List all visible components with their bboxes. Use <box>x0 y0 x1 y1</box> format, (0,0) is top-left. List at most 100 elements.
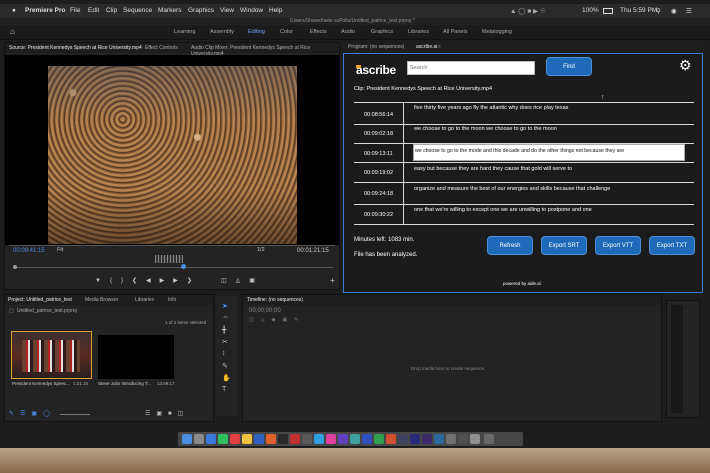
timestamp-cell[interactable]: 00:09:30:22 <box>364 212 393 218</box>
workspace-effects[interactable]: Effects <box>310 29 327 35</box>
launchpad-icon[interactable] <box>194 434 204 444</box>
powerpoint-icon[interactable] <box>386 434 396 444</box>
messages-icon[interactable] <box>218 434 228 444</box>
transport-controls[interactable]: ▼{}❮◀▶▶❯ <box>95 278 201 284</box>
scrubber-track[interactable] <box>13 267 333 268</box>
settings-gear-icon[interactable]: ⚙ <box>679 58 692 72</box>
tab-info[interactable]: Info <box>168 297 176 303</box>
after-effects-icon[interactable] <box>422 434 432 444</box>
transcript-cell[interactable]: one that we're willing to except one we … <box>414 207 592 213</box>
hand-tool-icon[interactable]: ✋ <box>222 374 231 382</box>
workspace-metalogging[interactable]: Metalogging <box>482 29 512 35</box>
music-icon[interactable] <box>326 434 336 444</box>
scrubber-start[interactable] <box>13 265 17 269</box>
finder-icon[interactable] <box>182 434 192 444</box>
menu-list-icon[interactable]: ☰ <box>686 7 692 15</box>
tab-menu-icon[interactable]: ≡ <box>438 44 441 50</box>
trash-icon[interactable] <box>484 434 494 444</box>
timestamp-cell[interactable]: 00:08:56:14 <box>364 112 393 118</box>
calendar-icon[interactable] <box>290 434 300 444</box>
resolution-dropdown[interactable]: 1/2 <box>257 247 265 254</box>
timeline-timecode[interactable]: 00;00;00;00 <box>249 308 281 314</box>
preferences-icon[interactable] <box>302 434 312 444</box>
premiere-dock-icon[interactable] <box>410 434 420 444</box>
export-txt-button[interactable]: Export TXT <box>649 236 695 255</box>
app-icon[interactable] <box>446 434 456 444</box>
timestamp-cell[interactable]: 00:09:13:11 <box>364 151 393 157</box>
apple-icon[interactable]: ● <box>12 7 16 14</box>
clip-thumbnail-jobs[interactable] <box>98 335 174 379</box>
transcript-cell[interactable]: easy but because they are hard they caus… <box>414 166 572 172</box>
downloads-icon[interactable] <box>470 434 480 444</box>
transcript-cell[interactable]: we choose to go to the moon we choose to… <box>414 126 557 132</box>
app-store-icon[interactable] <box>254 434 264 444</box>
workspace-color[interactable]: Color <box>280 29 293 35</box>
tab-source[interactable]: Source: President Kennedys Speech at Ric… <box>9 45 142 51</box>
selection-tool-icon[interactable]: ➤ <box>222 302 231 310</box>
menu-file[interactable]: File <box>70 7 80 14</box>
safari-icon[interactable] <box>206 434 216 444</box>
refresh-button[interactable]: Refresh <box>487 236 533 255</box>
workspace-audio[interactable]: Audio <box>341 29 355 35</box>
powered-by-link[interactable]: powered by aide.ai <box>503 281 541 287</box>
photos-icon[interactable] <box>230 434 240 444</box>
app-icon[interactable] <box>458 434 468 444</box>
razor-tool-icon[interactable]: ✂ <box>222 338 231 346</box>
source-timecode[interactable]: 00:09:41:15 <box>13 248 45 254</box>
tab-libraries[interactable]: Libraries <box>135 297 154 303</box>
menu-help[interactable]: Help <box>269 7 282 14</box>
tab-ascribe[interactable]: ascribe.ai <box>416 44 437 50</box>
menu-graphics[interactable]: Graphics <box>188 7 214 14</box>
siri-icon[interactable]: ◉ <box>671 7 677 15</box>
maps-icon[interactable] <box>350 434 360 444</box>
workspace-all-panels[interactable]: All Panels <box>443 29 467 35</box>
tab-timeline[interactable]: Timeline: (no sequences) <box>247 297 303 303</box>
word-icon[interactable] <box>362 434 372 444</box>
menu-view[interactable]: View <box>220 7 234 14</box>
pen-tool-icon[interactable]: ✎ <box>222 362 231 370</box>
workspace-libraries[interactable]: Libraries <box>408 29 429 35</box>
ripple-edit-tool-icon[interactable]: ╋ <box>222 326 231 334</box>
tab-effect-controls[interactable]: Effect Controls <box>145 45 178 51</box>
chrome-icon[interactable] <box>266 434 276 444</box>
menu-markers[interactable]: Markers <box>158 7 181 14</box>
transcript-cell[interactable]: five thirty five years ago fly the atlan… <box>414 105 568 111</box>
tab-media-browser[interactable]: Media Browser <box>85 297 118 303</box>
terminal-icon[interactable] <box>278 434 288 444</box>
mail-icon[interactable] <box>314 434 324 444</box>
fit-dropdown[interactable]: Fit <box>57 247 63 254</box>
track-select-tool-icon[interactable]: ⇔ <box>222 314 231 322</box>
tab-program[interactable]: Program: (no sequences) <box>348 44 404 50</box>
export-srt-button[interactable]: Export SRT <box>541 236 587 255</box>
workspace-graphics[interactable]: Graphics <box>371 29 393 35</box>
project-action-icons[interactable]: ☰▣■◫ <box>145 411 189 417</box>
timestamp-cell[interactable]: 00:09:19:02 <box>364 170 393 176</box>
workspace-editing[interactable]: Editing <box>248 29 265 35</box>
timestamp-cell[interactable]: 00:09:02:18 <box>364 131 393 137</box>
insert-overwrite-export-icons[interactable]: ◫◬▣ <box>221 278 264 284</box>
menu-window[interactable]: Window <box>240 7 263 14</box>
zoom-slider[interactable] <box>60 414 90 415</box>
search-input[interactable] <box>407 61 535 75</box>
transcript-cell[interactable]: organize and measure the best of our ene… <box>414 186 610 192</box>
timeline-tool-icons[interactable]: ◫◬◆▣✎ <box>249 318 305 323</box>
transcript-edit-text[interactable]: we choose to go to the mode and this dec… <box>415 148 624 154</box>
clip-name[interactable]: Steve Jobs Introducing T... <box>98 381 151 387</box>
menu-clip[interactable]: Clip <box>106 7 117 14</box>
photoshop-icon[interactable] <box>434 434 444 444</box>
add-button-icon[interactable]: + <box>330 277 335 285</box>
workspace-learning[interactable]: Learning <box>174 29 195 35</box>
home-icon[interactable]: ⌂ <box>10 28 15 36</box>
podcasts-icon[interactable] <box>338 434 348 444</box>
notes-icon[interactable] <box>242 434 252 444</box>
project-view-icons[interactable]: ✎☰▣◯ <box>9 411 56 417</box>
tab-project[interactable]: Project: Untitled_patrice_test <box>8 297 72 303</box>
workspace-assembly[interactable]: Assembly <box>210 29 234 35</box>
playhead[interactable] <box>181 264 186 269</box>
app-menu[interactable]: Premiere Pro <box>25 7 65 14</box>
clip-thumbnail-kennedy[interactable] <box>11 331 92 379</box>
find-button[interactable]: Find <box>546 57 592 76</box>
timestamp-cell[interactable]: 00:09:24:18 <box>364 191 393 197</box>
slip-tool-icon[interactable]: ↕ <box>222 350 231 358</box>
menu-edit[interactable]: Edit <box>88 7 99 14</box>
